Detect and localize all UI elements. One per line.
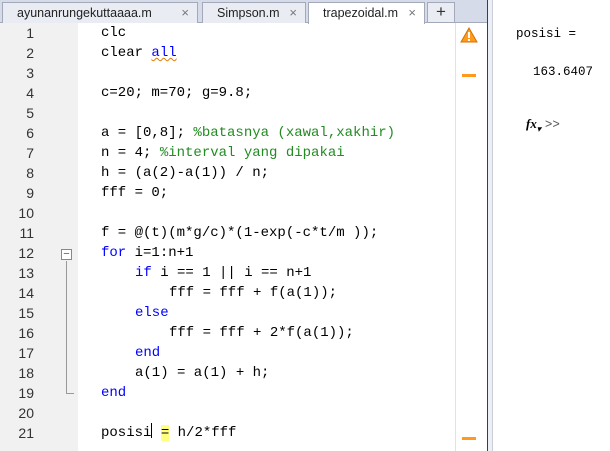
tab-label: ayunanrungekuttaaaa.m xyxy=(17,6,152,20)
line-number: 6 xyxy=(26,125,34,141)
code-keyword: end xyxy=(101,385,127,401)
line-number: 12 xyxy=(18,245,34,261)
command-prompt: >> xyxy=(544,118,560,132)
code-line-17[interactable]: end xyxy=(135,343,160,363)
fold-range-end xyxy=(66,393,74,394)
code-text: clc xyxy=(101,25,127,41)
line-number: 18 xyxy=(18,365,34,381)
line-number: 10 xyxy=(18,205,34,221)
code-line-9[interactable]: fff = 0; xyxy=(101,183,168,203)
tab-close-icon[interactable]: × xyxy=(289,3,297,23)
code-line-4[interactable]: c=20; m=70; g=9.8; xyxy=(101,83,252,103)
line-number: 21 xyxy=(18,425,34,441)
code-line-2[interactable]: clear all xyxy=(101,43,177,63)
code-text: fff = 0; xyxy=(101,185,169,201)
code-line-6[interactable]: a = [0,8]; %batasnya (xawal,xakhir) xyxy=(101,123,395,143)
code-text: f = @(t)(m*g/c)*(1-exp(-c*t/m )); xyxy=(101,225,379,241)
fx-label: fx xyxy=(526,116,537,131)
add-tab-button[interactable]: + xyxy=(427,2,455,22)
line-number: 7 xyxy=(26,145,34,161)
tab-trapezoidal[interactable]: trapezoidal.m × xyxy=(308,2,425,24)
code-highlight: = xyxy=(160,425,170,441)
command-prompt-row[interactable]: fx▾ >> xyxy=(496,102,560,148)
tab-label: trapezoidal.m xyxy=(323,6,399,20)
code-line-11[interactable]: f = @(t)(m*g/c)*(1-exp(-c*t/m )); xyxy=(101,223,378,243)
warning-icon[interactable] xyxy=(460,27,478,43)
tab-close-icon[interactable]: × xyxy=(408,3,416,23)
code-text: a = [0,8]; xyxy=(101,125,194,141)
line-number: 8 xyxy=(26,165,34,181)
line-number: 5 xyxy=(26,105,34,121)
code-comment: %batasnya (xawal,xakhir) xyxy=(193,125,396,141)
tab-label: Simpson.m xyxy=(217,6,280,20)
code-line-12[interactable]: for i=1:n+1 xyxy=(101,243,193,263)
code-line-8[interactable]: h = (a(2)-a(1)) / n; xyxy=(101,163,269,183)
code-text: clear xyxy=(101,45,152,61)
code-line-18[interactable]: a(1) = a(1) + h; xyxy=(135,363,269,383)
output-value: 163.6407 xyxy=(533,65,594,79)
code-line-14[interactable]: fff = fff + f(a(1)); xyxy=(169,283,337,303)
code-line-13[interactable]: if i == 1 || i == n+1 xyxy=(135,263,311,283)
code-keyword: end xyxy=(135,345,161,361)
function-browser-icon[interactable]: fx▾ xyxy=(526,116,541,134)
output-variable-label: posisi = xyxy=(516,27,577,41)
code-text: posisi xyxy=(101,425,152,441)
code-text: fff = fff + 2*f(a(1)); xyxy=(169,325,354,341)
command-window[interactable]: posisi = 163.6407 fx▾ >> xyxy=(493,0,610,451)
code-text: i=1:n+1 xyxy=(126,245,194,261)
code-line-16[interactable]: fff = fff + 2*f(a(1)); xyxy=(169,323,354,343)
fold-toggle-icon[interactable]: − xyxy=(61,249,72,260)
editor-tab-bar: ayunanrungekuttaaaa.m × Simpson.m × trap… xyxy=(0,0,487,24)
line-number: 9 xyxy=(26,185,34,201)
warning-marker[interactable] xyxy=(462,74,476,77)
code-text: h/2*fff xyxy=(169,425,237,441)
code-analyzer-bar xyxy=(455,23,487,451)
code-text: c=20; m=70; g=9.8; xyxy=(101,85,253,101)
code-line-21[interactable]: posisi = h/2*fff xyxy=(101,423,236,443)
code-line-1[interactable]: clc xyxy=(101,23,126,43)
line-number: 2 xyxy=(26,45,34,61)
editor-panel[interactable]: ayunanrungekuttaaaa.m × Simpson.m × trap… xyxy=(0,0,487,451)
code-line-19[interactable]: end xyxy=(101,383,126,403)
code-keyword-arg: all xyxy=(151,45,177,61)
code-keyword: for xyxy=(101,245,127,261)
code-text: n = 4; xyxy=(101,145,160,161)
code-line-7[interactable]: n = 4; %interval yang dipakai xyxy=(101,143,345,163)
code-comment: %interval yang dipakai xyxy=(159,145,345,161)
line-number: 1 xyxy=(26,25,34,41)
code-line-15[interactable]: else xyxy=(135,303,169,323)
tab-close-icon[interactable]: × xyxy=(181,3,189,23)
fold-range-line xyxy=(66,261,67,394)
warning-marker[interactable] xyxy=(462,437,476,440)
code-keyword: else xyxy=(135,305,169,321)
code-text: h = (a(2)-a(1)) / n; xyxy=(101,165,270,181)
line-number: 20 xyxy=(18,405,34,421)
tab-ayunanrungekuttaaaa[interactable]: ayunanrungekuttaaaa.m × xyxy=(2,2,198,23)
code-text: i == 1 || i == n+1 xyxy=(151,265,312,281)
code-text: a(1) = a(1) + h; xyxy=(135,365,270,381)
line-number: 14 xyxy=(18,285,34,301)
code-keyword: if xyxy=(135,265,152,281)
code-text: fff = fff + f(a(1)); xyxy=(169,285,338,301)
line-number: 16 xyxy=(18,325,34,341)
text-cursor xyxy=(151,423,153,438)
line-number: 11 xyxy=(19,225,34,241)
tab-simpson[interactable]: Simpson.m × xyxy=(202,2,306,23)
line-number: 3 xyxy=(26,65,34,81)
line-number: 17 xyxy=(18,345,34,361)
line-number: 15 xyxy=(18,305,34,321)
line-number: 4 xyxy=(26,85,34,101)
line-number: 13 xyxy=(18,265,34,281)
line-number: 19 xyxy=(18,385,34,401)
